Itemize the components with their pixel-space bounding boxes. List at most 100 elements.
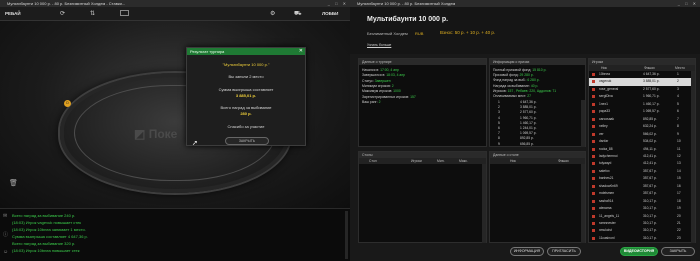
prize-info-key: Оплачиваемых мест: xyxy=(493,94,527,98)
player-place: 21 xyxy=(677,221,681,225)
prize-info-value: 6 280 р. xyxy=(527,78,540,83)
table-row[interactable]: xmukcist 310,17 р. 22 xyxy=(589,227,693,234)
player-place: 15 xyxy=(677,176,681,181)
player-place: 10 xyxy=(677,139,681,144)
tables-col-header: Стол Игроки Мин. Макс. xyxy=(359,158,486,164)
swap-icon[interactable]: ⇅ xyxy=(90,10,95,17)
info-value: 1000 xyxy=(393,89,401,94)
info-icon[interactable]: ⓘ xyxy=(3,231,8,238)
game-type: Безлимитный Холдем xyxy=(367,31,408,36)
info-row: Зарегистрированных игроков: 157 xyxy=(362,95,416,99)
close-icon[interactable]: ✕ xyxy=(299,48,303,55)
info-key: Зарегистрированных игроков: xyxy=(362,94,410,99)
table-row[interactable]: ramnnester 310,17 р. 21 xyxy=(589,220,693,227)
player-nick: sasha914 xyxy=(599,198,614,203)
table-row[interactable]: 11casinonl 310,17 р. 23 xyxy=(589,235,693,242)
player-chips: 494,11 р. xyxy=(643,146,657,151)
col-table[interactable]: Стол xyxy=(369,158,377,164)
player-chips: 310,17 р. xyxy=(643,228,657,233)
cart-icon[interactable]: ⛟ xyxy=(294,10,302,18)
player-flag-icon xyxy=(592,110,595,114)
tourney-header: Мультибаунти 10 000 р. Безлимитный Холде… xyxy=(350,7,700,54)
info-key: Статус: xyxy=(362,78,374,83)
person-icon[interactable]: ☺ xyxy=(3,249,8,255)
invite-button[interactable]: ПРИГЛАСИТЬ xyxy=(547,247,581,256)
col-nick[interactable]: Ник xyxy=(510,158,516,164)
info-value: 2 xyxy=(378,99,381,104)
chat-scrollbar[interactable] xyxy=(345,211,348,259)
info-value: 157 xyxy=(410,94,416,99)
table-row[interactable]: carcosaak 892,85 р. 7 xyxy=(589,116,693,123)
col-max[interactable]: Макс. xyxy=(459,158,468,164)
table-row[interactable]: nelley 632,24 р. 8 xyxy=(589,123,693,130)
table-row[interactable]: sergiDiva 1 960,71 р. 4 xyxy=(589,93,693,100)
prize-place: 9 xyxy=(498,141,500,146)
gear-icon[interactable]: ⚙ xyxy=(270,10,275,17)
prize-scrollbar[interactable] xyxy=(581,100,585,147)
window-controls[interactable]: _ □ ✕ xyxy=(328,0,348,7)
table-window-title: Мультибаунти 10 000 р. - 80 р. Безлимитн… xyxy=(7,1,126,6)
close-button[interactable]: ЗАКРЫТЬ xyxy=(661,247,695,256)
player-place: 8 xyxy=(677,124,679,129)
player-nick: rocka_88 xyxy=(599,146,613,151)
prize-info-row: Фонд наград за выб.: 6 280 р. xyxy=(493,78,540,82)
prize-row[interactable]: 9 656,85 р. xyxy=(490,142,583,147)
table-row[interactable]: alexama 310,17 р. 19 xyxy=(589,205,693,212)
table-title-bar: Мультибаунти 10 000 р. - 80 р. Безлимитн… xyxy=(0,0,350,7)
lobby-button[interactable]: ЛОББИ xyxy=(322,11,338,16)
more-info-link[interactable]: Узнать больше xyxy=(367,43,391,47)
table-row[interactable]: tulyaayd 412,41 р. 13 xyxy=(589,160,693,167)
info-button[interactable]: ИНФОРМАЦИЯ xyxy=(510,247,544,256)
player-nick: banhes21 xyxy=(599,176,614,181)
window-icon[interactable] xyxy=(120,10,129,16)
close-button[interactable]: ЗАКРЫТЬ xyxy=(225,137,269,145)
table-row[interactable]: dsnfar 534,02 р. 10 xyxy=(589,138,693,145)
tourney-result-dialog: Результат турнира ✕ "Мультибаунти 10 000… xyxy=(186,47,306,146)
table-row[interactable]: banhes21 357,67 р. 15 xyxy=(589,175,693,182)
table-row[interactable]: mdelsmen 357,67 р. 17 xyxy=(589,190,693,197)
trash-icon[interactable]: 🗑 xyxy=(9,179,18,187)
col-chips[interactable]: Фишки xyxy=(558,158,569,164)
col-min[interactable]: Мин. xyxy=(437,158,445,164)
table-row[interactable]: 1nex1 1 460,17 р. 5 xyxy=(589,101,693,108)
table-row[interactable]: vagevuk 3 885,01 р. 2 xyxy=(589,78,693,86)
prize-table: 14 647,36 р. 2 3 885,01 р. 3 2 577,60 р. 4 1 9… xyxy=(490,100,583,147)
table-row[interactable]: ladychemnoi 412,41 р. 12 xyxy=(589,153,693,160)
table-row[interactable]: shadow0n69 357,67 р. 16 xyxy=(589,183,693,190)
bounty-value: 280 р. xyxy=(240,111,252,116)
info-key: Завершился в: xyxy=(362,73,386,78)
tables-scrollbar[interactable] xyxy=(482,164,486,243)
table-row[interactable]: 11_angels_11 310,17 р. 20 xyxy=(589,213,693,220)
player-nick: ver xyxy=(599,131,604,136)
player-chips: 412,41 р. xyxy=(643,153,657,158)
table-data-scrollbar[interactable] xyxy=(581,164,585,243)
table-row[interactable]: sasha914 310,17 р. 18 xyxy=(589,198,693,205)
chat-icon[interactable]: ✉ xyxy=(3,213,7,219)
player-chips: 357,67 р. xyxy=(643,191,657,196)
rebuy-icon[interactable]: ⟳ xyxy=(60,10,65,17)
table-row[interactable]: papa33 1 069,57 р. 6 xyxy=(589,108,693,115)
player-place: 17 xyxy=(677,191,681,196)
players-scrollbar[interactable] xyxy=(691,71,695,243)
player-place: 3 xyxy=(677,86,679,91)
player-chips: 3 885,01 р. xyxy=(643,79,660,84)
prize-info-panel: Информация о призах Полный призовой фонд… xyxy=(489,58,586,147)
table-row[interactable]: rose_general 2 577,60 р. 3 xyxy=(589,86,693,93)
room-logo: ◩ Поке xyxy=(134,127,177,141)
table-row[interactable]: 10bnea 4 647,36 р. 1 xyxy=(589,71,693,78)
table-row[interactable]: satefox 357,67 р. 14 xyxy=(589,168,693,175)
table-row[interactable]: ver 566,02 р. 9 xyxy=(589,131,693,138)
col-players[interactable]: Игроки xyxy=(411,158,422,164)
info-value: Завершен xyxy=(374,78,391,83)
info-key: Минимум игроков: xyxy=(362,83,391,88)
player-flag-icon xyxy=(592,229,595,233)
player-chips: 632,24 р. xyxy=(643,124,657,129)
player-nick: ladychemnoi xyxy=(599,153,618,158)
table-row[interactable]: rocka_88 494,11 р. 11 xyxy=(589,146,693,153)
dialog-title: Результат турнира xyxy=(190,49,225,54)
window-controls[interactable]: _ □ ✕ xyxy=(678,0,698,7)
video-history-button[interactable]: ВИДЕОИСТОРИЯ xyxy=(620,247,658,256)
tourney-name: "Мультибаунти 10 000 р." xyxy=(222,62,270,67)
player-flag-icon xyxy=(592,184,595,188)
player-place: 9 xyxy=(677,131,679,136)
